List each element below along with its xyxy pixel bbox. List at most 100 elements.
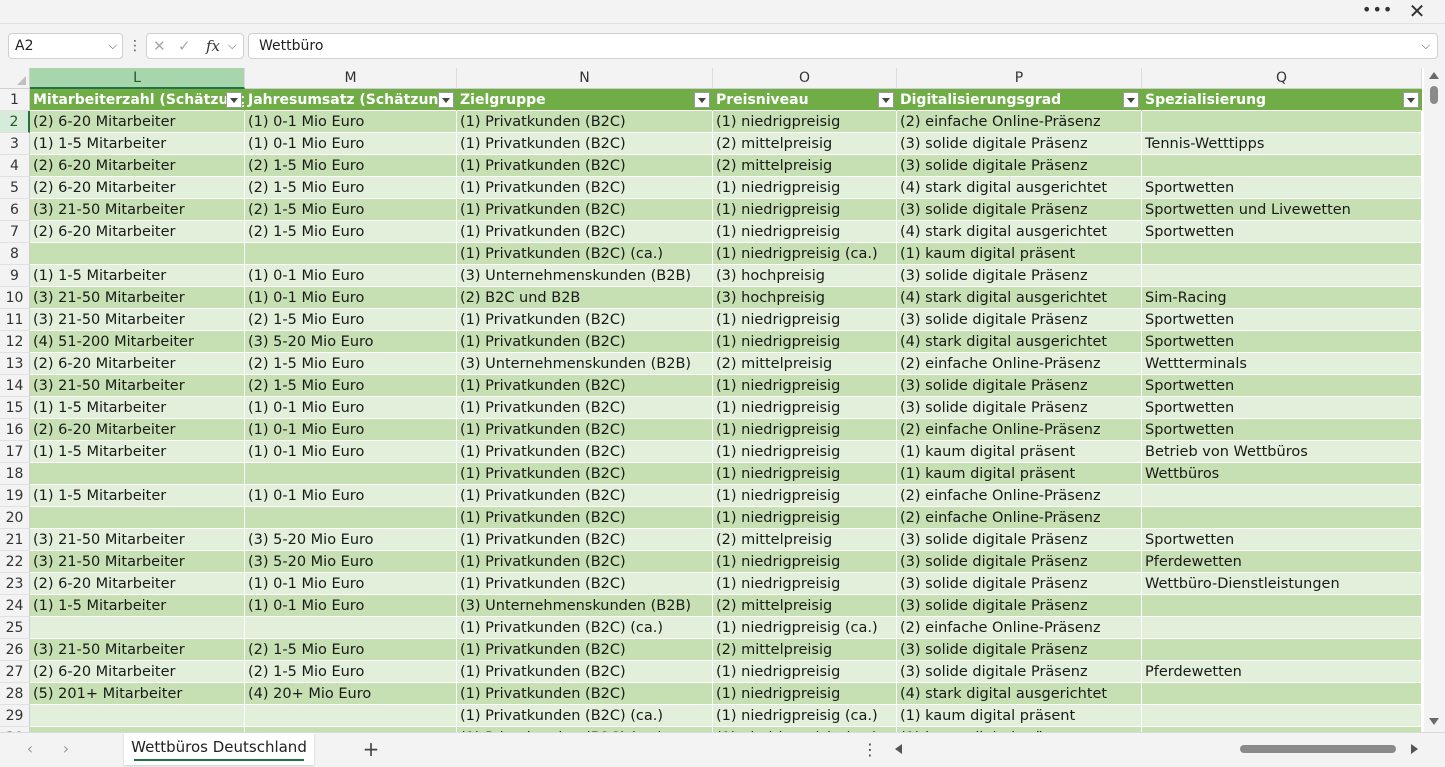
table-cell[interactable]: (1) niedrigpreisig xyxy=(713,485,897,507)
table-cell[interactable]: (1) 0-1 Mio Euro xyxy=(245,595,457,617)
table-cell[interactable]: Pferdewetten xyxy=(1142,551,1422,573)
table-cell[interactable]: (1) 0-1 Mio Euro xyxy=(245,265,457,287)
table-cell[interactable]: Wettbüros xyxy=(1142,463,1422,485)
horizontal-scroll-thumb[interactable] xyxy=(1240,745,1396,753)
table-cell[interactable]: (4) stark digital ausgerichtet xyxy=(897,221,1142,243)
table-cell[interactable]: (4) 20+ Mio Euro xyxy=(245,683,457,705)
table-cell[interactable]: (1) Privatkunden (B2C) xyxy=(457,155,713,177)
table-cell[interactable]: Wettbüro-Dienstleistungen xyxy=(1142,573,1422,595)
table-cell[interactable]: (2) 1-5 Mio Euro xyxy=(245,177,457,199)
table-cell[interactable]: Sportwetten xyxy=(1142,309,1422,331)
row-number[interactable]: 4 xyxy=(0,155,30,177)
scroll-down-icon[interactable] xyxy=(1429,718,1439,725)
row-number[interactable]: 29 xyxy=(0,705,30,727)
table-cell[interactable]: (2) einfache Online-Präsenz xyxy=(897,617,1142,639)
table-cell[interactable]: (1) kaum digital präsent xyxy=(897,705,1142,727)
table-cell[interactable]: (1) 0-1 Mio Euro xyxy=(245,287,457,309)
row-number[interactable]: 2 xyxy=(0,111,30,133)
expand-formula-icon[interactable]: ⌵ xyxy=(1422,34,1430,58)
table-cell[interactable]: (3) solide digitale Präsenz xyxy=(897,199,1142,221)
table-cell[interactable]: (2) mittelpreisig xyxy=(713,639,897,661)
table-cell[interactable]: (1) 0-1 Mio Euro xyxy=(245,397,457,419)
table-cell[interactable]: (1) niedrigpreisig (ca.) xyxy=(713,705,897,727)
row-number[interactable]: 14 xyxy=(0,375,30,397)
table-cell[interactable]: (4) stark digital ausgerichtet xyxy=(897,177,1142,199)
filter-dropdown-icon[interactable] xyxy=(1403,92,1419,108)
scroll-left-icon[interactable] xyxy=(895,744,902,754)
table-cell[interactable]: (3) Unternehmenskunden (B2B) xyxy=(457,353,713,375)
table-cell[interactable] xyxy=(1142,155,1422,177)
table-cell[interactable]: (1) 1-5 Mitarbeiter xyxy=(30,133,245,155)
table-cell[interactable]: (3) solide digitale Präsenz xyxy=(897,133,1142,155)
table-cell[interactable]: (1) niedrigpreisig xyxy=(713,309,897,331)
table-cell[interactable] xyxy=(1142,595,1422,617)
table-cell[interactable]: (1) kaum digital präsent xyxy=(897,441,1142,463)
table-cell[interactable]: (1) Privatkunden (B2C) (ca.) xyxy=(457,705,713,727)
table-cell[interactable] xyxy=(245,705,457,727)
table-cell[interactable]: (3) Unternehmenskunden (B2B) xyxy=(457,265,713,287)
table-cell[interactable]: (3) 5-20 Mio Euro xyxy=(245,331,457,353)
row-number[interactable]: 6 xyxy=(0,199,30,221)
table-cell[interactable] xyxy=(245,243,457,265)
table-cell[interactable] xyxy=(30,463,245,485)
table-cell[interactable] xyxy=(30,507,245,529)
table-cell[interactable]: (3) Unternehmenskunden (B2B) xyxy=(457,595,713,617)
row-number[interactable]: 11 xyxy=(0,309,30,331)
table-cell[interactable]: Sportwetten xyxy=(1142,331,1422,353)
table-cell[interactable]: (1) niedrigpreisig xyxy=(713,177,897,199)
table-cell[interactable]: (5) 201+ Mitarbeiter xyxy=(30,683,245,705)
table-cell[interactable]: (4) stark digital ausgerichtet xyxy=(897,287,1142,309)
table-cell[interactable]: (2) 6-20 Mitarbeiter xyxy=(30,221,245,243)
table-cell[interactable]: (2) 1-5 Mio Euro xyxy=(245,661,457,683)
next-sheet-icon[interactable]: › xyxy=(56,739,76,759)
table-cell[interactable]: (3) 21-50 Mitarbeiter xyxy=(30,529,245,551)
row-number[interactable]: 17 xyxy=(0,441,30,463)
table-cell[interactable]: (2) 1-5 Mio Euro xyxy=(245,221,457,243)
table-header-cell[interactable]: Mitarbeiterzahl (Schätzung) xyxy=(30,89,245,111)
table-cell[interactable]: Sportwetten xyxy=(1142,529,1422,551)
table-cell[interactable]: (2) einfache Online-Präsenz xyxy=(897,507,1142,529)
column-header-n[interactable]: N xyxy=(457,68,713,89)
table-cell[interactable]: (1) Privatkunden (B2C) xyxy=(457,529,713,551)
formula-input[interactable]: Wettbüro ⌵ xyxy=(248,33,1438,59)
table-cell[interactable]: (3) 5-20 Mio Euro xyxy=(245,551,457,573)
chevron-down-icon[interactable]: ⌵ xyxy=(228,34,236,58)
table-cell[interactable]: Sportwetten xyxy=(1142,375,1422,397)
filter-dropdown-icon[interactable] xyxy=(1123,92,1139,108)
table-cell[interactable]: (2) 1-5 Mio Euro xyxy=(245,199,457,221)
table-cell[interactable]: (2) einfache Online-Präsenz xyxy=(897,353,1142,375)
table-cell[interactable]: (3) 21-50 Mitarbeiter xyxy=(30,375,245,397)
table-cell[interactable] xyxy=(245,463,457,485)
column-header-p[interactable]: P xyxy=(897,68,1142,89)
table-header-cell[interactable]: Spezialisierung xyxy=(1142,89,1422,111)
row-number[interactable]: 25 xyxy=(0,617,30,639)
table-cell[interactable] xyxy=(30,617,245,639)
filter-dropdown-icon[interactable] xyxy=(878,92,894,108)
table-cell[interactable]: (1) 0-1 Mio Euro xyxy=(245,419,457,441)
table-cell[interactable]: (1) niedrigpreisig xyxy=(713,375,897,397)
table-cell[interactable]: (2) 6-20 Mitarbeiter xyxy=(30,155,245,177)
table-cell[interactable]: (1) 0-1 Mio Euro xyxy=(245,133,457,155)
table-cell[interactable]: (1) Privatkunden (B2C) xyxy=(457,661,713,683)
table-cell[interactable]: (3) hochpreisig xyxy=(713,287,897,309)
table-cell[interactable]: (2) 1-5 Mio Euro xyxy=(245,353,457,375)
table-cell[interactable]: Wettterminals xyxy=(1142,353,1422,375)
table-cell[interactable]: (3) solide digitale Präsenz xyxy=(897,265,1142,287)
row-number[interactable]: 9 xyxy=(0,265,30,287)
table-cell[interactable]: Sportwetten xyxy=(1142,419,1422,441)
row-number[interactable]: 3 xyxy=(0,133,30,155)
table-cell[interactable]: (2) 6-20 Mitarbeiter xyxy=(30,353,245,375)
table-cell[interactable]: (1) kaum digital präsent xyxy=(897,243,1142,265)
table-cell[interactable]: (4) stark digital ausgerichtet xyxy=(897,331,1142,353)
table-cell[interactable]: (3) solide digitale Präsenz xyxy=(897,397,1142,419)
formula-bar-separator-icon[interactable]: ⋮ xyxy=(128,36,142,56)
table-cell[interactable]: (3) 21-50 Mitarbeiter xyxy=(30,551,245,573)
table-cell[interactable]: (1) Privatkunden (B2C) xyxy=(457,419,713,441)
select-all-corner[interactable] xyxy=(0,68,30,89)
row-number[interactable]: 22 xyxy=(0,551,30,573)
table-cell[interactable]: (1) Privatkunden (B2C) xyxy=(457,199,713,221)
table-cell[interactable]: (1) Privatkunden (B2C) xyxy=(457,683,713,705)
table-cell[interactable]: (1) 0-1 Mio Euro xyxy=(245,485,457,507)
table-cell[interactable] xyxy=(1142,639,1422,661)
table-cell[interactable]: (1) niedrigpreisig xyxy=(713,661,897,683)
